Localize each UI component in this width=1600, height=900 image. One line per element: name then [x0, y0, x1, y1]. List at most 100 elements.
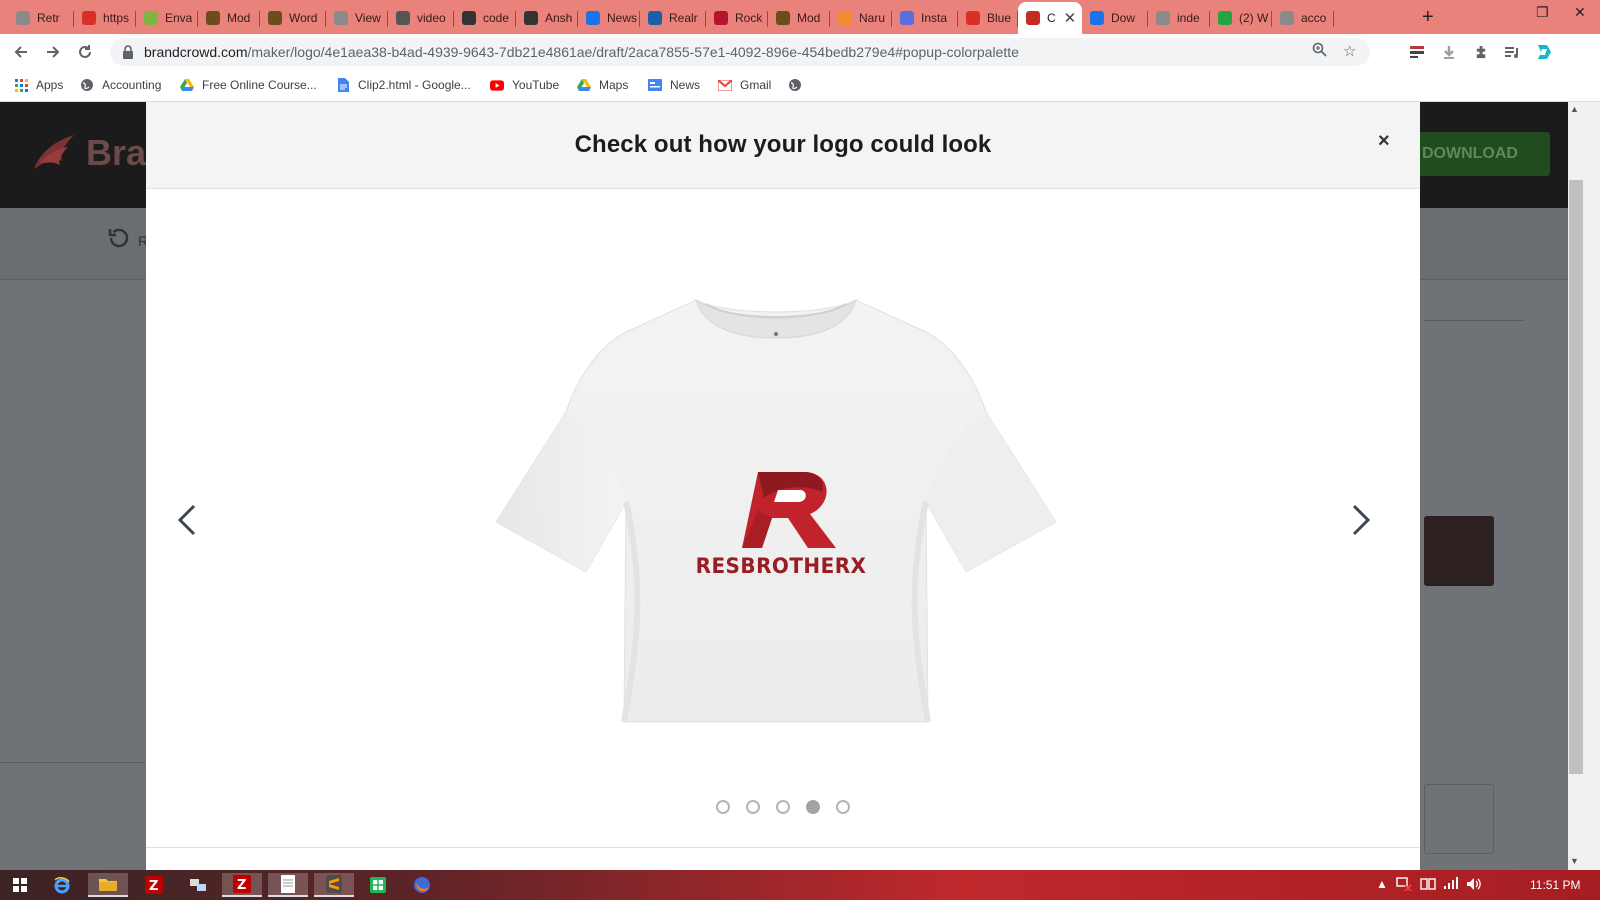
close-tab-icon[interactable]: ✕	[1064, 9, 1077, 27]
carousel-pagination	[716, 800, 850, 814]
bookmarks-bar: Apps Accounting Free Online Course... Cl…	[0, 70, 1600, 102]
windows-taskbar: Z Z ▲ 11:51 PM	[0, 870, 1600, 900]
download-extension-icon[interactable]	[1440, 43, 1458, 61]
browser-tab[interactable]: C ✕	[1018, 2, 1082, 34]
filezilla-window-icon[interactable]: Z	[222, 873, 262, 897]
internet-explorer-icon[interactable]	[42, 873, 82, 897]
browser-tab[interactable]: (2) W	[1210, 4, 1272, 32]
carousel-dot[interactable]	[716, 800, 730, 814]
tray-network-alert-icon[interactable]	[1396, 877, 1412, 894]
network-tool-icon[interactable]	[178, 873, 218, 897]
google-doc-icon	[336, 78, 350, 92]
taskbar-clock[interactable]: 11:51 PM	[1530, 878, 1580, 892]
tab-title: News	[607, 11, 638, 25]
windows-start-icon[interactable]	[0, 873, 40, 897]
profile-extension-icon[interactable]	[1535, 43, 1553, 61]
bookmark-accounting[interactable]: Accounting	[80, 78, 161, 92]
tab-title: video	[417, 11, 446, 25]
carousel-dot[interactable]	[746, 800, 760, 814]
bookmark-star-icon[interactable]: ☆	[1343, 42, 1356, 60]
tab-favicon-icon	[16, 11, 30, 25]
color-swatch[interactable]	[1424, 516, 1494, 586]
browser-tab[interactable]: video	[388, 4, 454, 32]
tab-title: Mod	[797, 11, 821, 25]
carousel-dot[interactable]	[776, 800, 790, 814]
browser-tab[interactable]: Realr	[640, 4, 706, 32]
bookmark-apps[interactable]: Apps	[14, 78, 63, 92]
url-text: brandcrowd.com/maker/logo/4e1aea38-b4ad-…	[144, 44, 1019, 60]
tshirt-mockup: RESBROTHERX	[495, 292, 1057, 732]
logo-preview-modal: Check out how your logo could look × RES…	[146, 102, 1420, 870]
notepad-icon[interactable]	[268, 873, 308, 897]
browser-tab[interactable]: Mod	[768, 4, 830, 32]
spreadsheet-icon[interactable]	[358, 873, 398, 897]
carousel-dot[interactable]	[806, 800, 820, 814]
tab-favicon-icon	[776, 11, 790, 25]
firefox-icon[interactable]	[402, 873, 442, 897]
tray-signal-icon[interactable]	[1444, 877, 1458, 892]
back-arrow-icon[interactable]	[10, 41, 32, 63]
extensions-puzzle-icon[interactable]	[1472, 43, 1490, 61]
forward-arrow-icon[interactable]	[42, 41, 64, 63]
tray-volume-icon[interactable]	[1466, 877, 1482, 894]
new-tab-button[interactable]: +	[1422, 6, 1434, 29]
close-window-icon[interactable]: ✕	[1574, 4, 1586, 21]
browser-tab[interactable]: Blue	[958, 4, 1018, 32]
media-control-icon[interactable]	[1503, 43, 1521, 61]
browser-tab[interactable]: https	[74, 4, 136, 32]
browser-tab[interactable]: Ansh	[516, 4, 578, 32]
browser-tab[interactable]: inde	[1148, 4, 1210, 32]
undo-icon[interactable]	[106, 226, 130, 256]
filezilla-icon[interactable]: Z	[134, 873, 174, 897]
browser-tab[interactable]: Dow	[1082, 4, 1148, 32]
tab-favicon-icon	[714, 11, 728, 25]
bookmark-gmail[interactable]: Gmail	[718, 78, 771, 92]
scrollbar-thumb[interactable]	[1569, 180, 1583, 774]
chevron-right-icon	[1352, 504, 1371, 536]
tab-favicon-icon	[1026, 11, 1040, 25]
browser-tab[interactable]: Retr	[8, 4, 74, 32]
close-modal-button[interactable]: ×	[1378, 130, 1390, 153]
extension-grid-icon[interactable]	[1408, 43, 1426, 61]
palette-card[interactable]	[1424, 784, 1494, 854]
tab-title: Word	[289, 11, 318, 25]
browser-tab[interactable]: code	[454, 4, 516, 32]
brandcrowd-logo[interactable]: Bra	[30, 132, 146, 174]
scroll-up-arrow[interactable]: ▲	[1570, 104, 1579, 114]
address-bar[interactable]: brandcrowd.com/maker/logo/4e1aea38-b4ad-…	[110, 38, 1370, 66]
bookmark-youtube[interactable]: YouTube	[490, 78, 559, 92]
carousel-dot[interactable]	[836, 800, 850, 814]
reload-icon[interactable]	[74, 41, 96, 63]
tab-favicon-icon	[82, 11, 96, 25]
zoom-icon[interactable]	[1312, 42, 1327, 61]
scroll-down-arrow[interactable]: ▼	[1570, 856, 1579, 866]
browser-tab[interactable]: Insta	[892, 4, 958, 32]
browser-tab[interactable]: Naru	[830, 4, 892, 32]
browser-tab[interactable]: acco	[1272, 4, 1334, 32]
tray-device-icon[interactable]	[1420, 877, 1436, 894]
bookmark-maps[interactable]: Maps	[577, 78, 628, 92]
bookmark-clip2-html[interactable]: Clip2.html - Google...	[336, 78, 471, 92]
globe-icon	[80, 78, 94, 92]
gmail-icon	[718, 78, 732, 92]
next-slide-button[interactable]	[1346, 500, 1376, 540]
bookmark-globe[interactable]	[788, 78, 810, 92]
tab-title: Enva	[165, 11, 193, 25]
restore-window-icon[interactable]: ❐	[1536, 4, 1549, 21]
tray-expand-icon[interactable]: ▲	[1376, 877, 1388, 891]
tab-title: Insta	[921, 11, 948, 25]
file-explorer-icon[interactable]	[88, 873, 128, 897]
browser-tab[interactable]: View	[326, 4, 388, 32]
tab-favicon-icon	[1156, 11, 1170, 25]
browser-tab[interactable]: News	[578, 4, 640, 32]
browser-tab[interactable]: Word	[260, 4, 326, 32]
browser-tab[interactable]: Mod	[198, 4, 260, 32]
bookmark-free-online-course[interactable]: Free Online Course...	[180, 78, 317, 92]
tab-title: (2) W	[1239, 11, 1269, 25]
bookmark-news[interactable]: News	[648, 78, 700, 92]
browser-tab[interactable]: Enva	[136, 4, 198, 32]
browser-tab[interactable]: Rock	[706, 4, 768, 32]
sublime-text-icon[interactable]	[314, 873, 354, 897]
previous-slide-button[interactable]	[172, 500, 202, 540]
download-button[interactable]: DOWNLOAD	[1410, 132, 1550, 176]
